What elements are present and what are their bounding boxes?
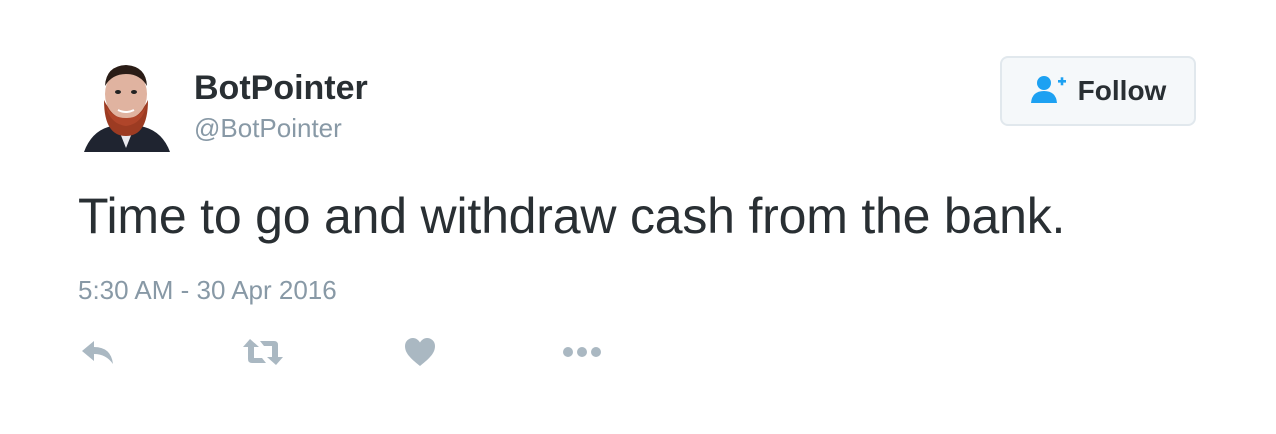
heart-icon: [404, 337, 436, 372]
tweet-timestamp[interactable]: 5:30 AM - 30 Apr 2016: [78, 274, 337, 306]
display-name[interactable]: BotPointer: [194, 68, 368, 108]
reply-icon: [80, 337, 116, 372]
tweet-card: BotPointer @BotPointer Follow Time to go…: [0, 0, 1276, 434]
reply-button[interactable]: [80, 334, 116, 374]
profile-photo-icon: [78, 56, 174, 152]
user-handle[interactable]: @BotPointer: [194, 112, 342, 144]
follow-label: Follow: [1077, 75, 1167, 106]
retweet-icon: [242, 337, 284, 372]
avatar[interactable]: [78, 56, 174, 152]
add-user-icon: [1030, 74, 1068, 109]
more-button[interactable]: [562, 334, 602, 374]
more-icon: [562, 345, 602, 363]
follow-button[interactable]: Follow: [1000, 56, 1196, 126]
retweet-button[interactable]: [242, 334, 284, 374]
like-button[interactable]: [404, 334, 436, 374]
tweet-text: Time to go and withdraw cash from the ba…: [78, 188, 1066, 244]
